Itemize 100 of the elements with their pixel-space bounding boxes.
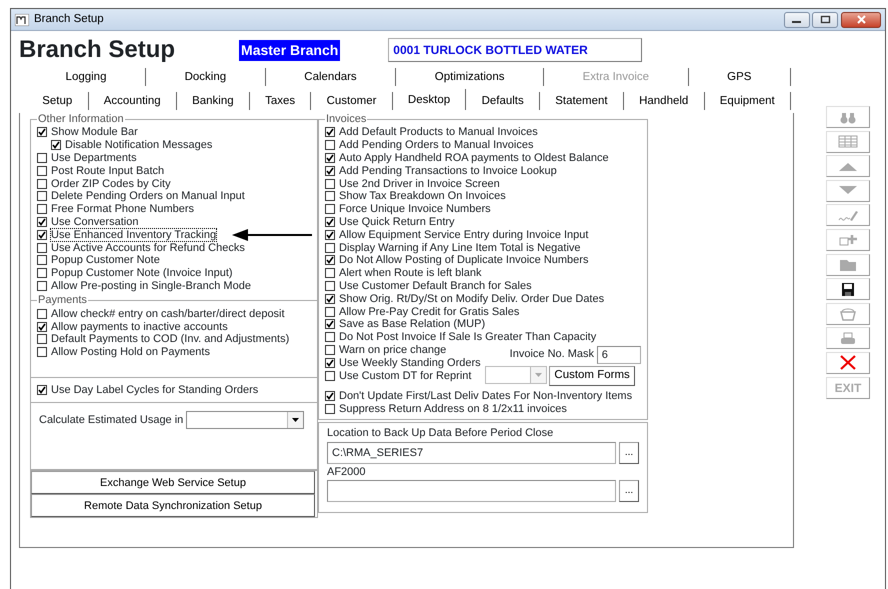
checkbox[interactable] — [37, 178, 47, 189]
checkbox[interactable] — [37, 347, 47, 358]
checkbox[interactable] — [37, 280, 47, 291]
checkbox-label: Post Route Input Batch — [51, 164, 164, 177]
checkbox[interactable] — [325, 191, 335, 202]
tab[interactable]: Defaults — [466, 92, 540, 110]
checkbox-label: Display Warning if Any Line Item Total is Negative — [339, 242, 581, 254]
checkbox-label: Show Module Bar — [51, 126, 138, 138]
af2000-path-field[interactable] — [327, 480, 616, 502]
checkbox-label: Warn on price change — [339, 344, 446, 356]
usage-dropdown[interactable] — [186, 411, 304, 430]
browse-button[interactable]: ... — [619, 480, 639, 502]
checkbox[interactable] — [37, 127, 47, 138]
setup-button[interactable]: Remote Data Synchronization Setup — [31, 494, 315, 518]
tab[interactable]: Equipment — [704, 92, 791, 110]
maximize-button[interactable] — [812, 12, 838, 28]
add-icon — [838, 232, 858, 248]
checkbox[interactable] — [325, 216, 335, 227]
app-icon — [15, 14, 29, 26]
checkbox-label: Use 2nd Driver in Invoice Screen — [339, 178, 500, 190]
checkbox[interactable] — [325, 152, 335, 163]
tab[interactable]: Handheld — [624, 92, 705, 110]
tab[interactable]: Accounting — [88, 92, 177, 110]
checkbox-label: Popup Customer Note — [51, 254, 160, 266]
checkbox[interactable] — [37, 255, 47, 266]
checkbox[interactable] — [37, 322, 47, 332]
checkbox[interactable] — [325, 255, 335, 266]
checkbox[interactable] — [37, 334, 47, 344]
checkbox[interactable] — [325, 344, 335, 355]
checkbox[interactable] — [325, 358, 335, 368]
checkbox[interactable] — [325, 140, 335, 150]
checkbox[interactable] — [325, 370, 335, 381]
checkbox[interactable] — [37, 230, 47, 240]
tab[interactable]: Calendars — [266, 68, 396, 86]
checkbox-label: Use Active Accounts for Refund Checks — [51, 242, 245, 254]
browse-button[interactable]: ... — [619, 442, 639, 464]
checkbox-label: Popup Customer Note (Invoice Input) — [51, 267, 233, 280]
checkbox[interactable] — [325, 319, 335, 330]
checkbox[interactable] — [37, 166, 47, 176]
tab[interactable]: GPS — [688, 68, 792, 86]
tab[interactable]: Customer — [311, 92, 393, 110]
setup-button[interactable]: Exchange Web Service Setup — [31, 471, 315, 494]
checkbox[interactable] — [37, 308, 47, 319]
checkbox-label: Allow Pre-Pay Credit for Gratis Sales — [339, 306, 520, 318]
checkbox[interactable] — [37, 204, 47, 214]
tab[interactable]: Docking — [146, 68, 266, 86]
checkbox[interactable] — [325, 294, 335, 304]
checkbox-label: Allow Posting Hold on Payments — [51, 346, 210, 358]
checkbox[interactable] — [325, 178, 335, 189]
tab[interactable]: Logging — [27, 68, 146, 86]
checkbox-label: Use Customer Default Branch for Sales — [339, 280, 532, 292]
checkbox-label: Free Format Phone Numbers — [51, 203, 194, 216]
checkbox-label: Allow check# entry on cash/barter/direct deposit — [51, 308, 285, 320]
checkbox-label: Show Orig. Rt/Dy/St on Modify Deliv. Order Due Dates — [339, 292, 604, 305]
checkbox[interactable] — [325, 280, 335, 291]
checkbox-label: Do Not Post Invoice If Sale Is Greater Than Capacity — [339, 331, 596, 344]
checkbox[interactable] — [37, 242, 47, 253]
mask-field[interactable]: 6 — [596, 346, 641, 364]
checkbox[interactable] — [325, 404, 335, 414]
grid-icon — [838, 134, 858, 150]
tab[interactable]: Statement — [540, 92, 624, 110]
checkbox-label: Use Custom DT for Reprint — [339, 370, 472, 382]
checkbox[interactable] — [37, 191, 47, 202]
checkbox[interactable] — [37, 152, 47, 163]
checkbox[interactable] — [325, 390, 335, 401]
checkbox-label: Auto Apply Handheld ROA payments to Oldest Balance — [339, 152, 609, 164]
checkbox[interactable] — [325, 230, 335, 240]
toolbar-button[interactable] — [826, 278, 870, 300]
minimize-button[interactable] — [784, 12, 810, 28]
checkbox[interactable] — [37, 384, 47, 395]
branch-label: Master Branch — [239, 40, 340, 60]
window-title: Branch Setup — [34, 12, 104, 27]
checkbox[interactable] — [325, 242, 335, 253]
checkbox[interactable] — [325, 306, 335, 317]
tab[interactable]: Desktop — [392, 89, 466, 110]
checkbox[interactable] — [325, 268, 335, 278]
checkbox[interactable] — [325, 127, 335, 138]
caret-icon — [292, 418, 300, 422]
checkbox-label: Delete Pending Orders on Manual Input — [51, 190, 245, 202]
checkbox[interactable] — [37, 268, 47, 278]
close-button[interactable] — [841, 12, 881, 28]
tab[interactable]: Taxes — [250, 92, 312, 110]
checkbox-label: Add Pending Orders to Manual Invoices — [339, 139, 534, 152]
checkbox-label: Default Payments to COD (Inv. and Adjustments) — [51, 333, 290, 346]
tab[interactable]: Banking — [176, 92, 250, 110]
checkbox-label: Disable Notification Messages — [65, 139, 212, 152]
checkbox[interactable] — [325, 166, 335, 176]
checkbox-label: Add Default Products to Manual Invoices — [339, 126, 538, 138]
checkbox[interactable] — [51, 140, 61, 150]
checkbox-label: Don't Update First/Last Deliv Dates For Non-Inventory Items — [339, 390, 632, 402]
custom-forms-button[interactable]: Custom Forms — [549, 366, 635, 386]
branch-field[interactable]: 0001 TURLOCK BOTTLED WATER — [388, 38, 642, 62]
field-label: Location to Back Up Data Before Period Close — [327, 426, 554, 442]
tab[interactable]: Optimizations — [396, 68, 544, 86]
backup-path-field[interactable]: C:\RMA_SERIES7 — [327, 442, 616, 464]
group-title: Payments — [37, 294, 88, 306]
checkbox[interactable] — [37, 216, 47, 227]
tab[interactable]: Setup — [27, 92, 89, 110]
checkbox[interactable] — [325, 332, 335, 342]
checkbox[interactable] — [325, 204, 335, 214]
